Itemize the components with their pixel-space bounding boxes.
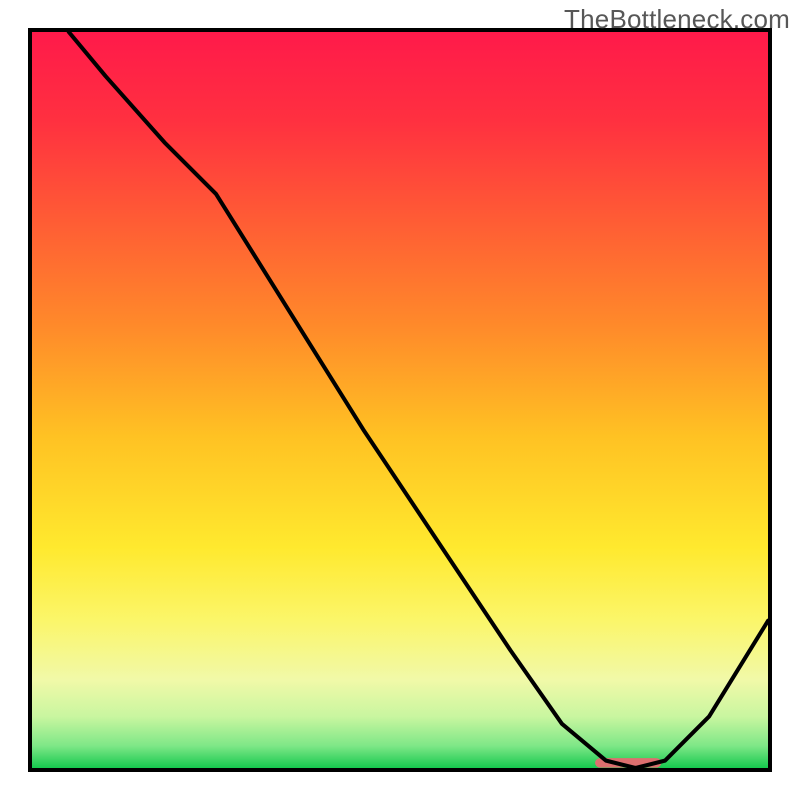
plot-svg [32, 32, 768, 768]
plot-background [32, 32, 768, 768]
chart-frame: TheBottleneck.com [0, 0, 800, 800]
watermark-text: TheBottleneck.com [564, 4, 790, 35]
plot-area [28, 28, 772, 772]
